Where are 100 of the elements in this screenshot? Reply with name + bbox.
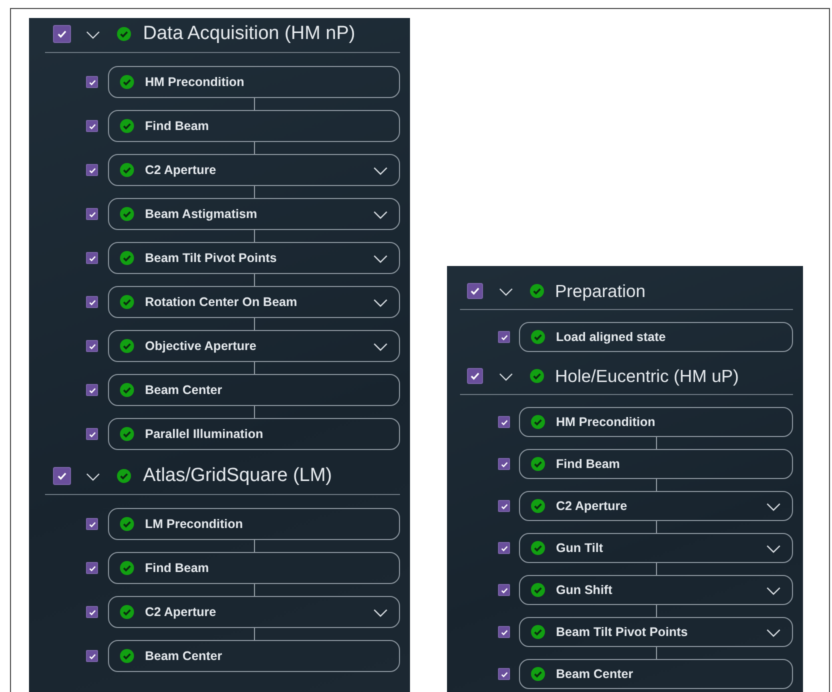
checkmark-icon [88, 564, 96, 572]
connector-line [254, 406, 255, 418]
checkmark-icon [88, 342, 96, 350]
chevron-icon[interactable] [766, 502, 781, 510]
step-item[interactable]: Beam Center [108, 374, 400, 406]
step-item[interactable]: HM Precondition [108, 66, 400, 98]
chevron-icon[interactable] [499, 372, 513, 380]
chevron-icon[interactable] [86, 30, 100, 38]
chevron-icon[interactable] [766, 628, 781, 636]
checkmark-icon [500, 544, 508, 552]
checkmark-icon [88, 652, 96, 660]
chevron-icon[interactable] [499, 286, 513, 296]
connector-line [254, 584, 255, 596]
checkbox[interactable] [86, 518, 98, 530]
checkmark-icon [56, 28, 68, 40]
checkbox[interactable] [467, 368, 483, 384]
checkbox[interactable] [86, 296, 98, 308]
checkbox[interactable] [498, 331, 510, 343]
chevron-icon[interactable] [86, 472, 100, 480]
checkmark-icon [88, 608, 96, 616]
checkmark-icon [88, 520, 96, 528]
step-item[interactable]: Beam Center [519, 659, 793, 689]
step-item[interactable]: LM Precondition [108, 508, 400, 540]
checkbox[interactable] [498, 668, 510, 680]
checkmark-icon [88, 166, 96, 174]
step-item[interactable]: Rotation Center On Beam [108, 286, 400, 318]
chevron-icon[interactable] [373, 298, 388, 306]
section-title: Atlas/GridSquare (LM) [143, 465, 332, 487]
connector-line [656, 521, 657, 533]
checkmark-icon [500, 502, 508, 510]
connector-line [254, 230, 255, 242]
step-item[interactable]: C2 Aperture [108, 154, 400, 186]
checkbox[interactable] [86, 428, 98, 440]
step-item[interactable]: Beam Center [108, 640, 400, 672]
checkbox[interactable] [498, 500, 510, 512]
checkbox[interactable] [498, 626, 510, 638]
checkmark-icon [500, 628, 508, 636]
chevron-icon[interactable] [373, 342, 388, 350]
checkbox[interactable] [53, 25, 71, 43]
checkbox[interactable] [498, 458, 510, 470]
connector-line [656, 647, 657, 659]
checkbox[interactable] [86, 120, 98, 132]
checkbox[interactable] [467, 283, 483, 299]
step-item[interactable]: Find Beam [108, 110, 400, 142]
checkbox[interactable] [86, 208, 98, 220]
chevron-icon[interactable] [373, 210, 388, 218]
step-item[interactable]: Gun Shift [519, 575, 793, 605]
step-item[interactable]: Objective Aperture [108, 330, 400, 362]
connector-line [254, 142, 255, 154]
step-item[interactable]: Parallel Illumination [108, 418, 400, 450]
step-item[interactable]: Find Beam [519, 449, 793, 479]
chevron-icon[interactable] [373, 166, 388, 174]
chevron-icon[interactable] [766, 586, 781, 594]
checkbox[interactable] [86, 340, 98, 352]
checkmark-icon [469, 370, 481, 382]
checkbox[interactable] [498, 416, 510, 428]
step-item[interactable]: Beam Tilt Pivot Points [108, 242, 400, 274]
checkbox[interactable] [86, 562, 98, 574]
checkmark-icon [88, 78, 96, 86]
step-item[interactable]: C2 Aperture [108, 596, 400, 628]
connector-line [254, 186, 255, 198]
checkbox[interactable] [86, 650, 98, 662]
checkbox[interactable] [498, 584, 510, 596]
checkbox[interactable] [53, 467, 71, 485]
connector-line [254, 362, 255, 374]
checkbox[interactable] [86, 252, 98, 264]
section-title: Hole/Eucentric (HM uP) [555, 366, 739, 386]
step-item[interactable]: Find Beam [108, 552, 400, 584]
step-item[interactable]: Load aligned state [519, 322, 793, 352]
checkbox[interactable] [498, 542, 510, 554]
chevron-icon[interactable] [766, 544, 781, 552]
connector-line [656, 479, 657, 491]
chevron-icon[interactable] [373, 254, 388, 262]
step-item[interactable]: C2 Aperture [519, 491, 793, 521]
checkmark-icon [500, 586, 508, 594]
checkbox[interactable] [86, 76, 98, 88]
checkmark-icon [500, 332, 508, 342]
checkmark-icon [88, 122, 96, 130]
connector-line [656, 437, 657, 449]
section-title: Data Acquisition (HM nP) [143, 23, 356, 45]
connector-line [656, 563, 657, 575]
checkbox[interactable] [86, 164, 98, 176]
connector-line [254, 540, 255, 552]
step-item[interactable]: Beam Tilt Pivot Points [519, 617, 793, 647]
chevron-icon[interactable] [373, 608, 388, 616]
connector-line [254, 98, 255, 110]
step-item[interactable]: Gun Tilt [519, 533, 793, 563]
checkmark-icon [88, 210, 96, 218]
checkmark-icon [500, 418, 508, 426]
connector-line [656, 605, 657, 617]
checkbox[interactable] [86, 384, 98, 396]
connector-line [254, 274, 255, 286]
checkmark-icon [88, 254, 96, 262]
section-title: Preparation [555, 280, 646, 302]
step-item[interactable]: Beam Astigmatism [108, 198, 400, 230]
checkbox[interactable] [86, 606, 98, 618]
checkmark-icon [88, 386, 96, 394]
step-item[interactable]: HM Precondition [519, 407, 793, 437]
checkmark-icon [88, 298, 96, 306]
checkmark-icon [500, 670, 508, 678]
